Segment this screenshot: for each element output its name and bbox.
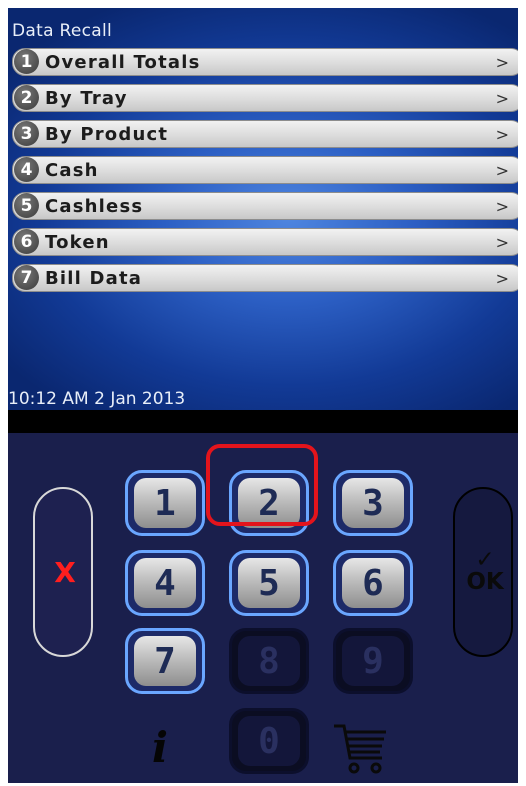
info-icon[interactable]: i [152, 723, 168, 772]
cart-icon[interactable] [330, 718, 390, 778]
menu-item-token[interactable]: 6 Token > [12, 228, 518, 256]
menu-item-by-tray[interactable]: 2 By Tray > [12, 84, 518, 112]
menu-item-label: Overall Totals [45, 52, 201, 73]
item-number-badge: 6 [14, 229, 39, 254]
key-8: 8 [229, 628, 309, 694]
key-3[interactable]: 3 [333, 470, 413, 536]
key-4[interactable]: 4 [125, 550, 205, 616]
key-label: 3 [342, 478, 404, 528]
menu-item-cashless[interactable]: 5 Cashless > [12, 192, 518, 220]
menu-item-overall-totals[interactable]: 1 Overall Totals > [12, 48, 518, 76]
check-mark-icon: ✓ [475, 547, 495, 573]
item-number-badge: 7 [14, 265, 39, 290]
key-label: 6 [342, 558, 404, 608]
chevron-right-icon: > [495, 53, 509, 72]
chevron-right-icon: > [495, 89, 509, 108]
item-number-badge: 1 [14, 49, 39, 74]
key-label: 9 [342, 636, 404, 686]
menu-item-by-product[interactable]: 3 By Product > [12, 120, 518, 148]
key-0: 0 [229, 708, 309, 774]
menu-item-label: Cash [45, 160, 99, 181]
cancel-button[interactable]: X [33, 487, 93, 657]
key-label: 8 [238, 636, 300, 686]
key-label: 4 [134, 558, 196, 608]
chevron-right-icon: > [495, 161, 509, 180]
key-label: 1 [134, 478, 196, 528]
key-9: 9 [333, 628, 413, 694]
key-label: 7 [134, 636, 196, 686]
menu-item-bill-data[interactable]: 7 Bill Data > [12, 264, 518, 292]
ok-button[interactable]: ✓ OK [453, 487, 513, 657]
device-frame: Data Recall 1 Overall Totals > 2 By Tray… [8, 8, 518, 783]
key-label: 0 [238, 716, 300, 766]
key-5[interactable]: 5 [229, 550, 309, 616]
menu-item-label: By Product [45, 124, 169, 145]
selected-key-highlight [206, 444, 318, 526]
menu-item-label: Token [45, 232, 110, 253]
menu-item-label: Cashless [45, 196, 144, 217]
chevron-right-icon: > [495, 233, 509, 252]
chevron-right-icon: > [495, 197, 509, 216]
key-7[interactable]: 7 [125, 628, 205, 694]
key-6[interactable]: 6 [333, 550, 413, 616]
item-number-badge: 3 [14, 121, 39, 146]
item-number-badge: 2 [14, 85, 39, 110]
menu-item-label: By Tray [45, 88, 128, 109]
close-icon: X [54, 556, 76, 589]
chevron-right-icon: > [495, 269, 509, 288]
menu-item-label: Bill Data [45, 268, 143, 289]
ok-check-icon: ✓ OK [465, 547, 505, 595]
item-number-badge: 4 [14, 157, 39, 182]
key-label: 5 [238, 558, 300, 608]
menu-item-cash[interactable]: 4 Cash > [12, 156, 518, 184]
item-number-badge: 5 [14, 193, 39, 218]
display-screen: Data Recall 1 Overall Totals > 2 By Tray… [8, 8, 518, 410]
ok-label: OK [466, 569, 504, 595]
chevron-right-icon: > [495, 125, 509, 144]
key-1[interactable]: 1 [125, 470, 205, 536]
datetime-readout: 10:12 AM 2 Jan 2013 [8, 389, 186, 409]
screen-title: Data Recall [12, 21, 113, 41]
